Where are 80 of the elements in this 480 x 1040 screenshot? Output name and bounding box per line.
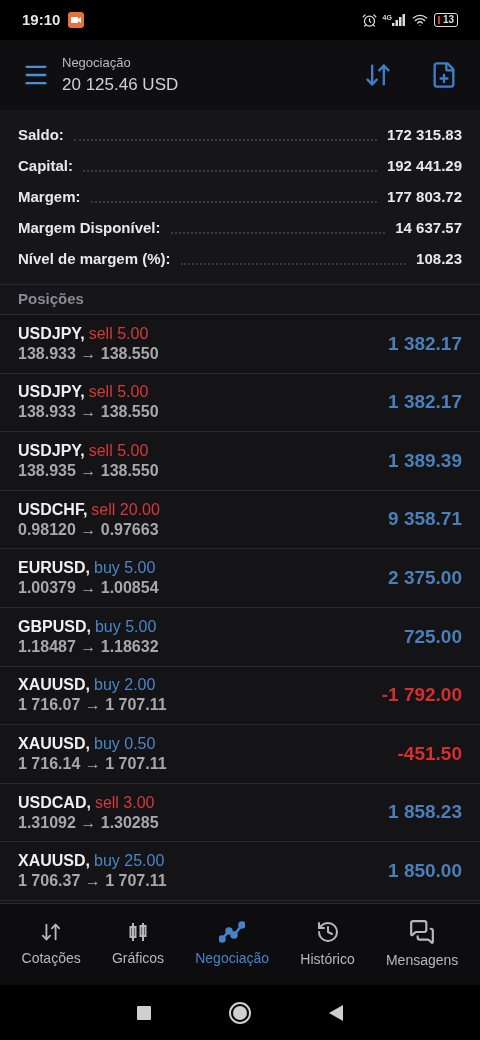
profit-value: 1 850.00 — [388, 858, 462, 883]
summary-label: Margem: — [18, 186, 81, 207]
nav-tab[interactable]: Gráficos — [111, 920, 165, 969]
summary-value: 172 315.83 — [386, 124, 462, 145]
alarm-icon — [361, 12, 377, 28]
order-type: buy 5.00 — [94, 616, 157, 637]
price-range: 1 716.14 → 1 707.11 — [18, 753, 168, 774]
price-range: 1 706.37 → 1 707.11 — [18, 871, 168, 892]
order-type: sell 20.00 — [91, 499, 160, 520]
summary-label: Saldo: — [18, 124, 64, 145]
order-type: sell 5.00 — [88, 382, 149, 403]
profit-value: 2 375.00 — [388, 565, 462, 590]
price-range: 1.31092 → 1.30285 — [18, 812, 160, 833]
price-range: 1.00379 → 1.00854 — [18, 578, 160, 599]
order-type: buy 25.00 — [94, 851, 165, 872]
nav-tab[interactable]: Negociação — [195, 920, 270, 969]
price-range: 1 716.07 → 1 707.11 — [18, 695, 168, 716]
position-row[interactable]: XAUUSD, buy 0.50 1 716.14 → 1 707.11 -451.50 — [0, 725, 480, 784]
symbol: USDCHF, — [18, 499, 88, 520]
order-type: sell 5.00 — [88, 323, 149, 344]
video-camera-icon — [68, 12, 85, 28]
position-row[interactable]: USDJPY, sell 5.00 138.933 → 138.550 1 382.17 — [0, 315, 480, 374]
symbol: XAUUSD, — [18, 675, 90, 696]
summary-value: 14 637.57 — [395, 217, 462, 238]
price-range: 138.933 → 138.550 — [18, 343, 160, 364]
history-icon — [315, 919, 340, 944]
summary-label: Capital: — [18, 155, 73, 176]
profit-value: 725.00 — [403, 624, 462, 649]
profit-value: -1 792.00 — [381, 683, 462, 708]
summary-value: 108.23 — [416, 248, 462, 269]
profit-value: 9 358.71 — [388, 507, 462, 532]
position-row[interactable]: USDJPY, sell 5.00 138.935 → 138.550 1 389.39 — [0, 432, 480, 491]
symbol: USDJPY, — [18, 323, 85, 344]
order-type: buy 5.00 — [94, 558, 156, 579]
order-type: sell 3.00 — [94, 792, 155, 813]
messages-icon — [409, 918, 436, 945]
signal-icon — [391, 14, 406, 26]
price-range: 0.98120 → 0.97663 — [18, 519, 160, 540]
order-type: buy 0.50 — [94, 733, 156, 754]
battery-indicator: 13 — [433, 13, 458, 27]
home-button[interactable] — [229, 1001, 251, 1024]
position-row[interactable]: USDJPY, sell 5.00 138.933 → 138.550 1 382.17 — [0, 373, 480, 433]
profit-value: 1 382.17 — [388, 390, 462, 415]
symbol: USDJPY, — [18, 382, 85, 403]
price-range: 1.18487 → 1.18632 — [18, 636, 160, 657]
position-row[interactable]: USDCHF, sell 20.00 0.98120 → 0.97663 9 358.71 — [0, 490, 480, 550]
symbol: XAUUSD, — [18, 733, 90, 754]
symbol: EURUSD, — [18, 558, 90, 579]
order-type: sell 5.00 — [88, 441, 149, 461]
profit-value: 1 858.23 — [388, 800, 462, 825]
line-chart-icon — [219, 920, 246, 943]
clock-time: 19:10 — [22, 9, 61, 30]
summary-value: 177 803.72 — [386, 186, 462, 207]
order-type: buy 2.00 — [94, 675, 156, 696]
nav-tab[interactable]: Mensagens — [385, 918, 459, 971]
symbol: USDJPY, — [18, 441, 85, 461]
price-range: 138.933 → 138.550 — [18, 402, 160, 423]
symbol: XAUUSD, — [18, 851, 90, 872]
position-row[interactable]: XAUUSD, buy 2.00 1 716.07 → 1 707.11 -1 792.00 — [0, 666, 480, 726]
summary-value: 192 441.29 — [386, 155, 462, 176]
symbol: USDCAD, — [18, 792, 91, 813]
screen-title: Negociação — [62, 53, 132, 72]
profit-value: -451.50 — [397, 741, 462, 766]
position-row[interactable]: XAUUSD, buy 25.00 1 706.37 → 1 707.11 1 850.00 — [0, 842, 480, 901]
section-title: Posições — [18, 289, 84, 310]
nav-tab[interactable]: Cotações — [21, 920, 81, 969]
nav-tab[interactable]: Histórico — [300, 919, 355, 970]
symbol: GBPUSD, — [18, 616, 91, 637]
wifi-icon — [411, 12, 428, 28]
price-range: 138.935 → 138.550 — [18, 461, 160, 481]
summary-label: Margem Disponível: — [18, 217, 161, 238]
account-balance: 20 125.46 USD — [62, 74, 179, 96]
recents-button[interactable] — [137, 1005, 151, 1020]
back-button[interactable] — [329, 1004, 343, 1021]
summary-label: Nível de margem (%): — [18, 248, 171, 269]
position-row[interactable]: EURUSD, buy 5.00 1.00379 → 1.00854 2 375.00 — [0, 549, 480, 608]
position-row[interactable]: USDCAD, sell 3.00 1.31092 → 1.30285 1 858.23 — [0, 783, 480, 843]
position-row[interactable]: GBPUSD, buy 5.00 1.18487 → 1.18632 725.00 — [0, 607, 480, 667]
profit-value: 1 382.17 — [388, 331, 462, 356]
profit-value: 1 389.39 — [388, 448, 462, 473]
